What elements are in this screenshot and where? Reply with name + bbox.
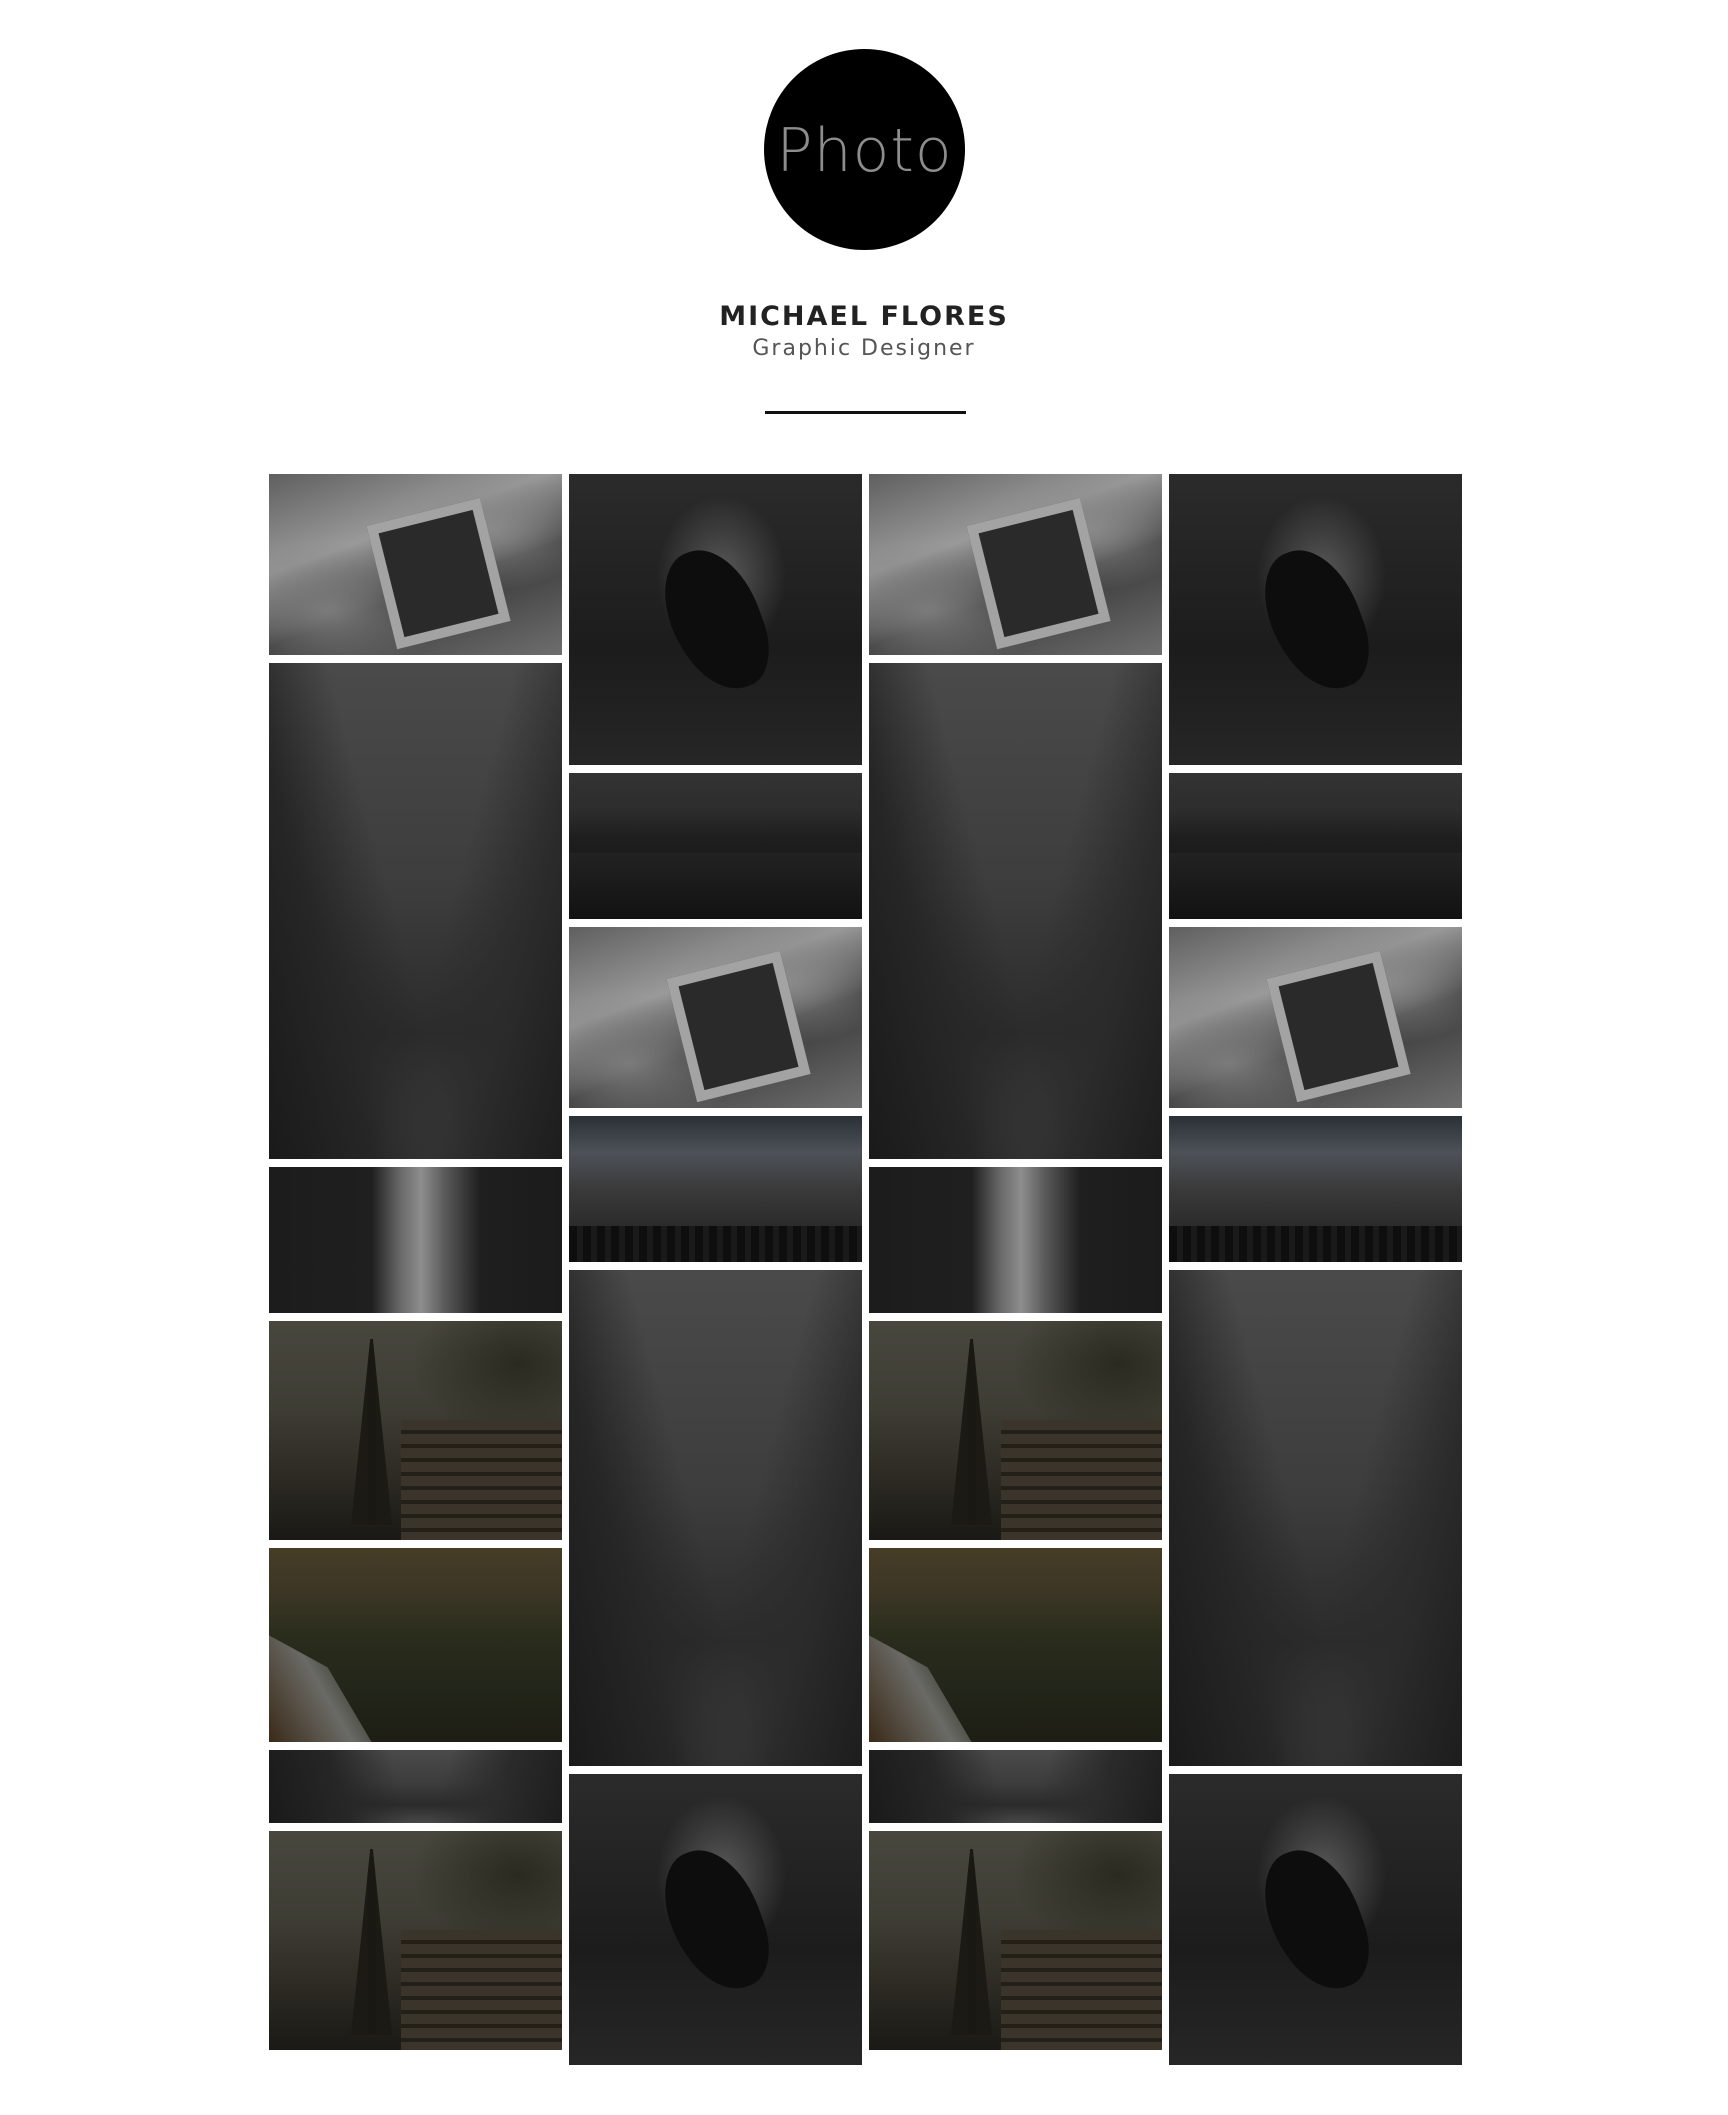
gallery-photo-paris[interactable]: [869, 1831, 1162, 2050]
gallery-photo-canyon[interactable]: [1169, 1270, 1462, 1766]
logo-text: Photo: [776, 115, 953, 186]
gallery-photo-hills[interactable]: [869, 1548, 1162, 1742]
gallery-photo-hills[interactable]: [269, 1548, 562, 1742]
gallery-photo-canyon[interactable]: [269, 1750, 562, 1823]
gallery-photo-paris[interactable]: [269, 1321, 562, 1540]
gallery-photo-mist[interactable]: [1169, 1116, 1462, 1262]
gallery-photo-waterfall[interactable]: [269, 1167, 562, 1313]
gallery-photo-car[interactable]: [1169, 927, 1462, 1108]
gallery-photo-diver[interactable]: [569, 474, 862, 765]
gallery-photo-waterfall[interactable]: [869, 1167, 1162, 1313]
gallery-photo-car[interactable]: [869, 474, 1162, 655]
gallery-photo-canyon[interactable]: [269, 663, 562, 1159]
gallery-column-3: [869, 474, 1162, 2074]
header-divider: [765, 411, 966, 414]
gallery-column-2: [569, 474, 862, 2074]
gallery-photo-rocks[interactable]: [569, 773, 862, 919]
profile-role: Graphic Designer: [752, 336, 976, 361]
gallery-column-1: [269, 474, 562, 2074]
gallery-photo-canyon[interactable]: [569, 1270, 862, 1766]
portfolio-page: Photo MICHAEL FLORES Graphic Designer: [0, 0, 1728, 2115]
gallery-photo-mist[interactable]: [569, 1116, 862, 1262]
gallery-photo-diver[interactable]: [1169, 474, 1462, 765]
gallery-photo-paris[interactable]: [269, 1831, 562, 2050]
photo-logo[interactable]: Photo: [764, 49, 965, 250]
gallery-photo-diver[interactable]: [1169, 1774, 1462, 2065]
gallery-photo-car[interactable]: [569, 927, 862, 1108]
gallery-photo-rocks[interactable]: [1169, 773, 1462, 919]
profile-name: MICHAEL FLORES: [719, 301, 1009, 332]
gallery-photo-paris[interactable]: [869, 1321, 1162, 1540]
gallery-photo-car[interactable]: [269, 474, 562, 655]
gallery-photo-diver[interactable]: [569, 1774, 862, 2065]
photo-gallery: [269, 474, 1463, 2074]
gallery-column-4: [1169, 474, 1462, 2074]
gallery-photo-canyon[interactable]: [869, 663, 1162, 1159]
gallery-photo-canyon[interactable]: [869, 1750, 1162, 1823]
